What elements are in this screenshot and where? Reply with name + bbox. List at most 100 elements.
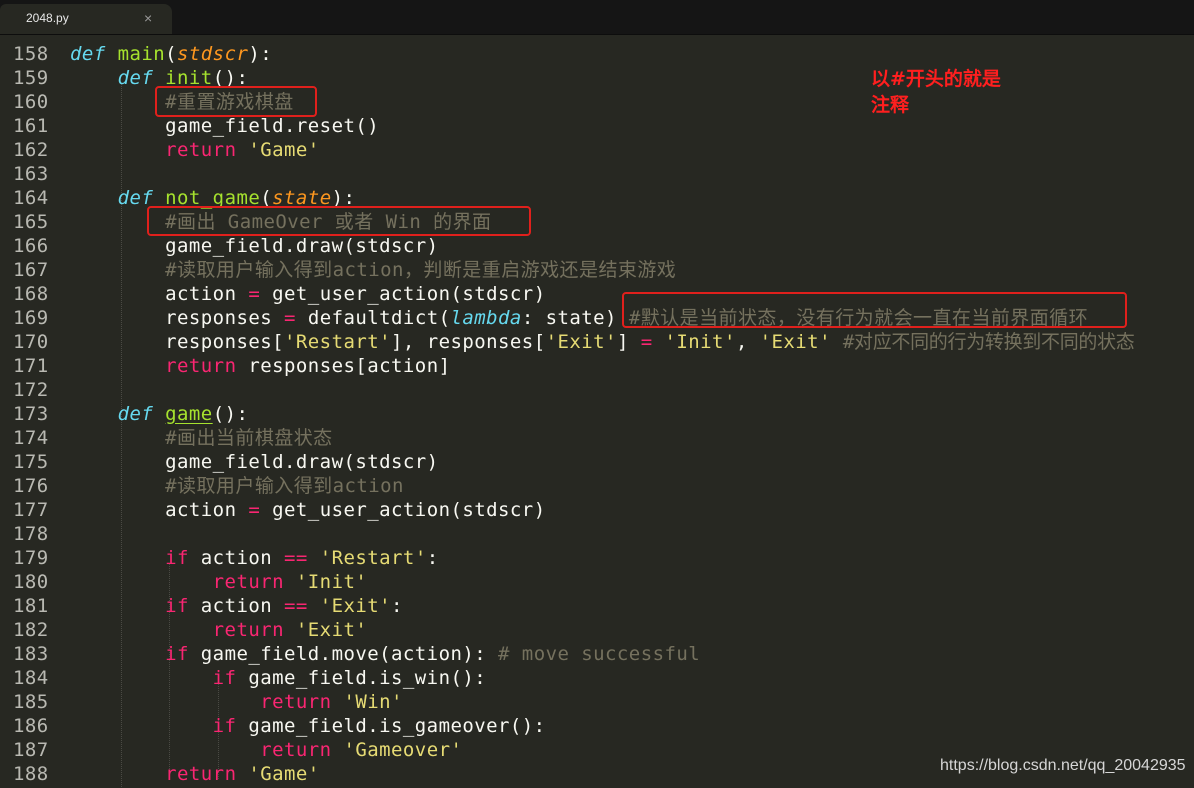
code-line-171: 171 return responses[action] xyxy=(0,354,1194,378)
code-line-172: 172 xyxy=(0,378,1194,402)
code-text: game_field.move(action): xyxy=(200,643,487,665)
code-line-177: 177 action = get_user_action(stdscr) xyxy=(0,498,1194,522)
code-text: ] xyxy=(616,331,629,353)
code-line-175: 175 game_field.draw(stdscr) xyxy=(0,450,1194,474)
operator: = xyxy=(248,283,261,305)
line-number: 183 xyxy=(13,643,49,665)
code-line-186: 186 if game_field.is_gameover(): xyxy=(0,714,1194,738)
line-number: 175 xyxy=(13,451,49,473)
code-line-174: 174 #画出当前棋盘状态 xyxy=(0,426,1194,450)
line-number: 178 xyxy=(13,523,49,545)
operator: = xyxy=(640,331,653,353)
punct: ): xyxy=(248,43,273,65)
line-number: 163 xyxy=(13,163,49,185)
line-number: 169 xyxy=(13,307,49,329)
string: 'Restart' xyxy=(319,547,427,569)
string: 'Game' xyxy=(248,763,320,785)
annotation-line-2: 注释 xyxy=(871,94,910,116)
code-line-180: 180 return 'Init' xyxy=(0,570,1194,594)
keyword: return xyxy=(212,619,285,641)
line-number: 170 xyxy=(13,331,49,353)
code-text: game_field.reset() xyxy=(165,115,380,137)
highlight-box-comment-160 xyxy=(155,86,317,117)
code-line-179: 179 if action == 'Restart': xyxy=(0,546,1194,570)
comment: #读取用户输入得到action xyxy=(165,475,404,497)
line-number: 188 xyxy=(13,763,49,785)
line-number: 160 xyxy=(13,91,49,113)
string: 'Exit' xyxy=(295,619,368,641)
line-number: 168 xyxy=(13,283,49,305)
annotation-note: 以#开头的就是 注释 xyxy=(871,66,1001,118)
highlight-box-comment-165 xyxy=(147,206,531,236)
code-line-173: 173 def game(): xyxy=(0,402,1194,426)
line-number: 177 xyxy=(13,499,49,521)
string: 'Exit' xyxy=(319,595,392,617)
comment: #读取用户输入得到action，判断是重启游戏还是结束游戏 xyxy=(165,259,677,281)
keyword: return xyxy=(212,571,285,593)
code-line-166: 166 game_field.draw(stdscr) xyxy=(0,234,1194,258)
code-line-185: 185 return 'Win' xyxy=(0,690,1194,714)
keyword: if xyxy=(212,715,237,737)
code-text: action xyxy=(200,547,273,569)
code-text: get_user_action(stdscr) xyxy=(272,499,546,521)
keyword: return xyxy=(165,763,237,785)
string: 'Restart' xyxy=(284,331,392,353)
line-number: 166 xyxy=(13,235,49,257)
punct: (): xyxy=(212,403,249,425)
keyword: return xyxy=(260,691,332,713)
annotation-line-1: 以#开头的就是 xyxy=(871,68,1001,90)
line-number: 158 xyxy=(13,43,49,65)
operator: == xyxy=(284,595,308,617)
code-line-176: 176 #读取用户输入得到action xyxy=(0,474,1194,498)
code-text: responses[action] xyxy=(248,355,451,377)
code-text: action xyxy=(165,499,237,521)
code-text: defaultdict( xyxy=(307,307,451,329)
line-number: 161 xyxy=(13,115,49,137)
string: 'Game' xyxy=(248,139,320,161)
operator: = xyxy=(284,307,296,329)
code-text: ], responses[ xyxy=(391,331,546,353)
line-number: 164 xyxy=(13,187,49,209)
code-text: : state) xyxy=(521,307,617,329)
line-number: 185 xyxy=(13,691,49,713)
close-icon[interactable]: × xyxy=(144,10,152,26)
code-line-181: 181 if action == 'Exit': xyxy=(0,594,1194,618)
code-editor[interactable]: 158 def main(stdscr): 159 def init(): 16… xyxy=(0,35,1194,788)
tab-2048-py[interactable]: 2048.py × xyxy=(0,4,172,34)
tab-label: 2048.py xyxy=(26,11,69,25)
string: 'Init' xyxy=(295,571,368,593)
highlight-box-comment-169 xyxy=(622,292,1127,328)
punct: : xyxy=(426,547,439,569)
line-number: 182 xyxy=(13,619,49,641)
code-line-158: 158 def main(stdscr): xyxy=(0,42,1194,66)
code-line-162: 162 return 'Game' xyxy=(0,138,1194,162)
tab-bar: 2048.py × xyxy=(0,0,1194,35)
code-text: get_user_action(stdscr) xyxy=(272,283,546,305)
line-number: 173 xyxy=(13,403,49,425)
line-number: 186 xyxy=(13,715,49,737)
line-number: 174 xyxy=(13,427,49,449)
line-number: 159 xyxy=(13,67,49,89)
code-line-183: 183 if game_field.move(action): # move s… xyxy=(0,642,1194,666)
code-text: action xyxy=(165,283,237,305)
comment: #画出当前棋盘状态 xyxy=(165,427,333,449)
code-line-170: 170 responses['Restart'], responses['Exi… xyxy=(0,330,1194,354)
line-number: 187 xyxy=(13,739,49,761)
code-line-161: 161 game_field.reset() xyxy=(0,114,1194,138)
keyword: if xyxy=(165,547,189,569)
code-text: game_field.draw(stdscr) xyxy=(165,451,439,473)
keyword: if xyxy=(212,667,237,689)
string: 'Exit' xyxy=(545,331,617,353)
code-text: action xyxy=(200,595,273,617)
param: stdscr xyxy=(177,43,249,65)
line-number: 167 xyxy=(13,259,49,281)
code-text: game_field.is_gameover(): xyxy=(248,715,546,737)
line-number: 179 xyxy=(13,547,49,569)
code-line-182: 182 return 'Exit' xyxy=(0,618,1194,642)
comment: # move successful xyxy=(498,643,701,665)
keyword: lambda xyxy=(450,307,522,329)
keyword: if xyxy=(165,595,189,617)
code-text: game_field.is_win(): xyxy=(248,667,487,689)
operator: = xyxy=(248,499,261,521)
line-number: 184 xyxy=(13,667,49,689)
